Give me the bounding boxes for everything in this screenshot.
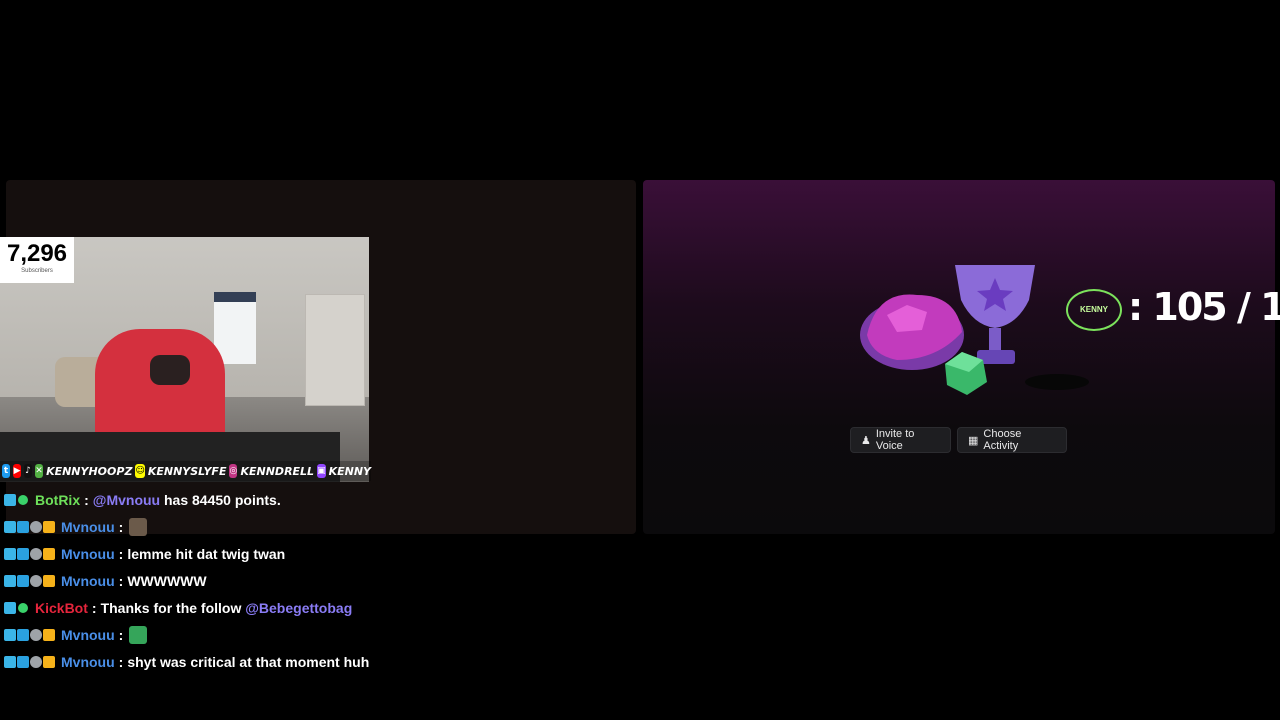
points-counter: : 105 / 125 bbox=[1128, 285, 1280, 329]
sub-badge-icon bbox=[17, 655, 29, 668]
sub-badge-icon bbox=[17, 547, 29, 560]
mod-badge-icon bbox=[4, 628, 16, 641]
verified-badge-icon bbox=[18, 602, 28, 613]
chat-text: WWWWWW bbox=[127, 572, 207, 589]
crown-badge-icon bbox=[43, 520, 55, 533]
twitch-icon: ▣ bbox=[317, 464, 326, 478]
instagram-handle: KENNDRELL bbox=[240, 464, 315, 478]
mod-badge-icon bbox=[4, 601, 16, 614]
social-bar: t ▶ ♪ ✕ KENNYHOOPZ ☺ KENNYSLYFE ◎ KENNDR… bbox=[0, 461, 371, 481]
add-person-icon: ♟ bbox=[861, 434, 871, 447]
mod-badge-icon bbox=[4, 520, 16, 533]
mod-badge-icon bbox=[4, 547, 16, 560]
choose-activity-button[interactable]: ▦ Choose Activity bbox=[957, 427, 1067, 453]
xbox-icon: ✕ bbox=[35, 464, 44, 478]
chat-username[interactable]: Mvnouu bbox=[61, 546, 115, 562]
snapchat-icon: ☺ bbox=[135, 464, 145, 478]
tiktok-icon: ♪ bbox=[24, 464, 33, 478]
twitter-icon: t bbox=[2, 464, 11, 478]
chat-username[interactable]: Mvnouu bbox=[61, 573, 115, 589]
verified-badge-icon bbox=[18, 494, 28, 505]
trophy-illustration bbox=[860, 265, 1089, 395]
subscriber-counter: 7,296 Subscribers bbox=[0, 237, 74, 283]
kenny-globe-logo: KENNY bbox=[1066, 289, 1122, 331]
gift-badge-icon bbox=[30, 574, 42, 587]
twitch-handle: KENNY bbox=[328, 464, 372, 478]
choose-activity-label: Choose Activity bbox=[983, 428, 1022, 452]
chat-message: Mvnouu : bbox=[0, 513, 640, 540]
gift-badge-icon bbox=[30, 520, 42, 533]
chat-text: Thanks for the follow bbox=[100, 599, 242, 616]
chat-message: Mvnouu : lemme hit dat twig twan bbox=[0, 540, 640, 567]
invite-to-voice-button[interactable]: ♟ Invite to Voice bbox=[850, 427, 951, 453]
gift-badge-icon bbox=[30, 655, 42, 668]
chat-mention[interactable]: @Bebegettobag bbox=[245, 600, 352, 616]
chat-username[interactable]: Mvnouu bbox=[61, 627, 115, 643]
gift-badge-icon bbox=[30, 628, 42, 641]
chat-username[interactable]: BotRix bbox=[35, 492, 80, 508]
chat-log: BotRix : @Mvnouu has 84450 points. Mvnou… bbox=[0, 486, 640, 675]
snapchat-handle: KENNYSLYFE bbox=[147, 464, 227, 478]
gift-badge-icon bbox=[30, 547, 42, 560]
invite-label: Invite to Voice bbox=[875, 428, 915, 452]
chat-message: BotRix : @Mvnouu has 84450 points. bbox=[0, 486, 640, 513]
face-emote-icon bbox=[129, 517, 148, 536]
crown-badge-icon bbox=[43, 547, 55, 560]
mod-badge-icon bbox=[4, 655, 16, 668]
instagram-icon: ◎ bbox=[229, 464, 238, 478]
chat-text: has 84450 points. bbox=[164, 491, 281, 508]
chat-message: Mvnouu : bbox=[0, 621, 640, 648]
chat-text: shyt was critical at that moment huh bbox=[127, 653, 370, 670]
green-emote-icon bbox=[129, 625, 148, 644]
mod-badge-icon bbox=[4, 493, 16, 506]
mod-badge-icon bbox=[4, 574, 16, 587]
chat-text: lemme hit dat twig twan bbox=[127, 545, 286, 562]
chat-username[interactable]: Mvnouu bbox=[61, 654, 115, 670]
subscriber-count: 7,296 bbox=[6, 240, 68, 267]
crown-badge-icon bbox=[43, 574, 55, 587]
youtube-icon: ▶ bbox=[13, 464, 22, 478]
sub-badge-icon bbox=[17, 628, 29, 641]
chat-mention[interactable]: @Mvnouu bbox=[93, 492, 160, 508]
chat-message: Mvnouu : WWWWWW bbox=[0, 567, 640, 594]
crown-badge-icon bbox=[43, 628, 55, 641]
crown-badge-icon bbox=[43, 655, 55, 668]
grid-icon: ▦ bbox=[968, 434, 979, 447]
sub-badge-icon bbox=[17, 520, 29, 533]
sub-badge-icon bbox=[17, 574, 29, 587]
chat-message: KickBot : Thanks for the follow @Bebeget… bbox=[0, 594, 640, 621]
chat-username[interactable]: Mvnouu bbox=[61, 519, 115, 535]
chat-message: Mvnouu : shyt was critical at that momen… bbox=[0, 648, 640, 675]
xbox-handle: KENNYHOOPZ bbox=[46, 464, 133, 478]
chat-username[interactable]: KickBot bbox=[35, 600, 88, 616]
